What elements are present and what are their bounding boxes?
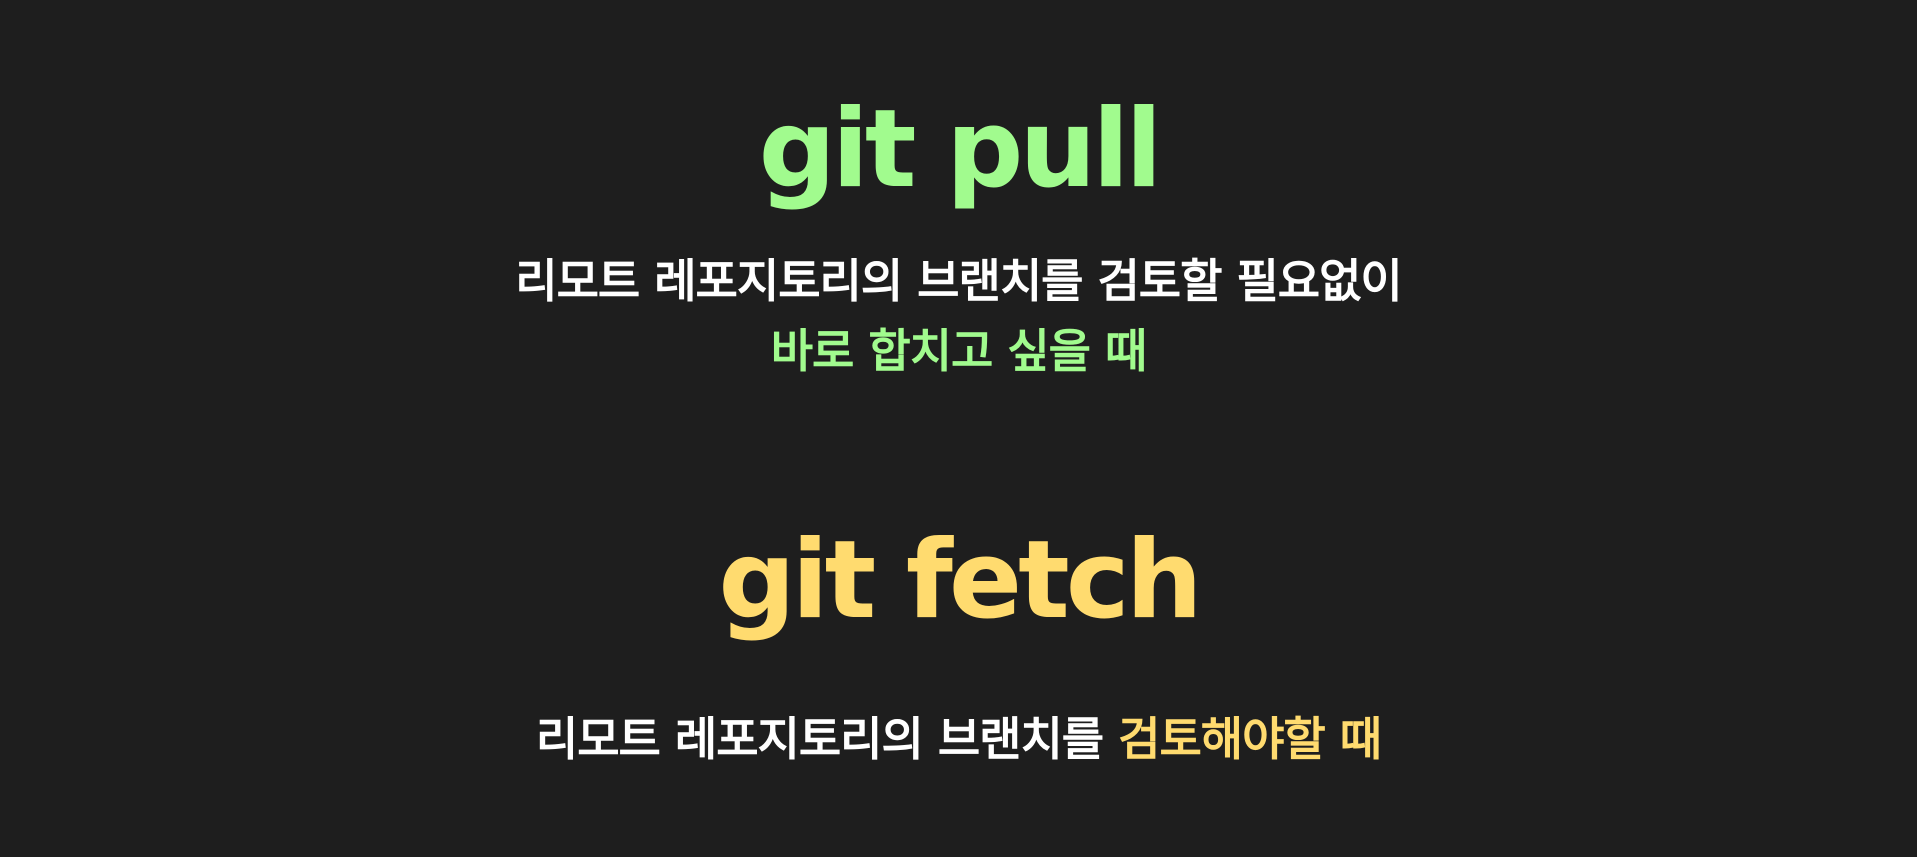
git-fetch-description: 리모트 레포지토리의 브랜치를 검토해야할 때 bbox=[0, 704, 1917, 774]
git-fetch-description-plain: 리모트 레포지토리의 브랜치를 bbox=[535, 712, 1119, 766]
git-fetch-title: git fetch bbox=[718, 518, 1202, 643]
git-pull-description-line1: 리모트 레포지토리의 브랜치를 검토할 필요없이 bbox=[515, 254, 1402, 308]
git-fetch-description-highlight: 검토해야할 때 bbox=[1118, 712, 1382, 766]
git-pull-description-line2: 바로 합치고 싶을 때 bbox=[770, 324, 1148, 378]
slide: git pull 리모트 레포지토리의 브랜치를 검토할 필요없이 바로 합치고… bbox=[0, 0, 1917, 857]
git-pull-title: git pull bbox=[758, 87, 1163, 212]
